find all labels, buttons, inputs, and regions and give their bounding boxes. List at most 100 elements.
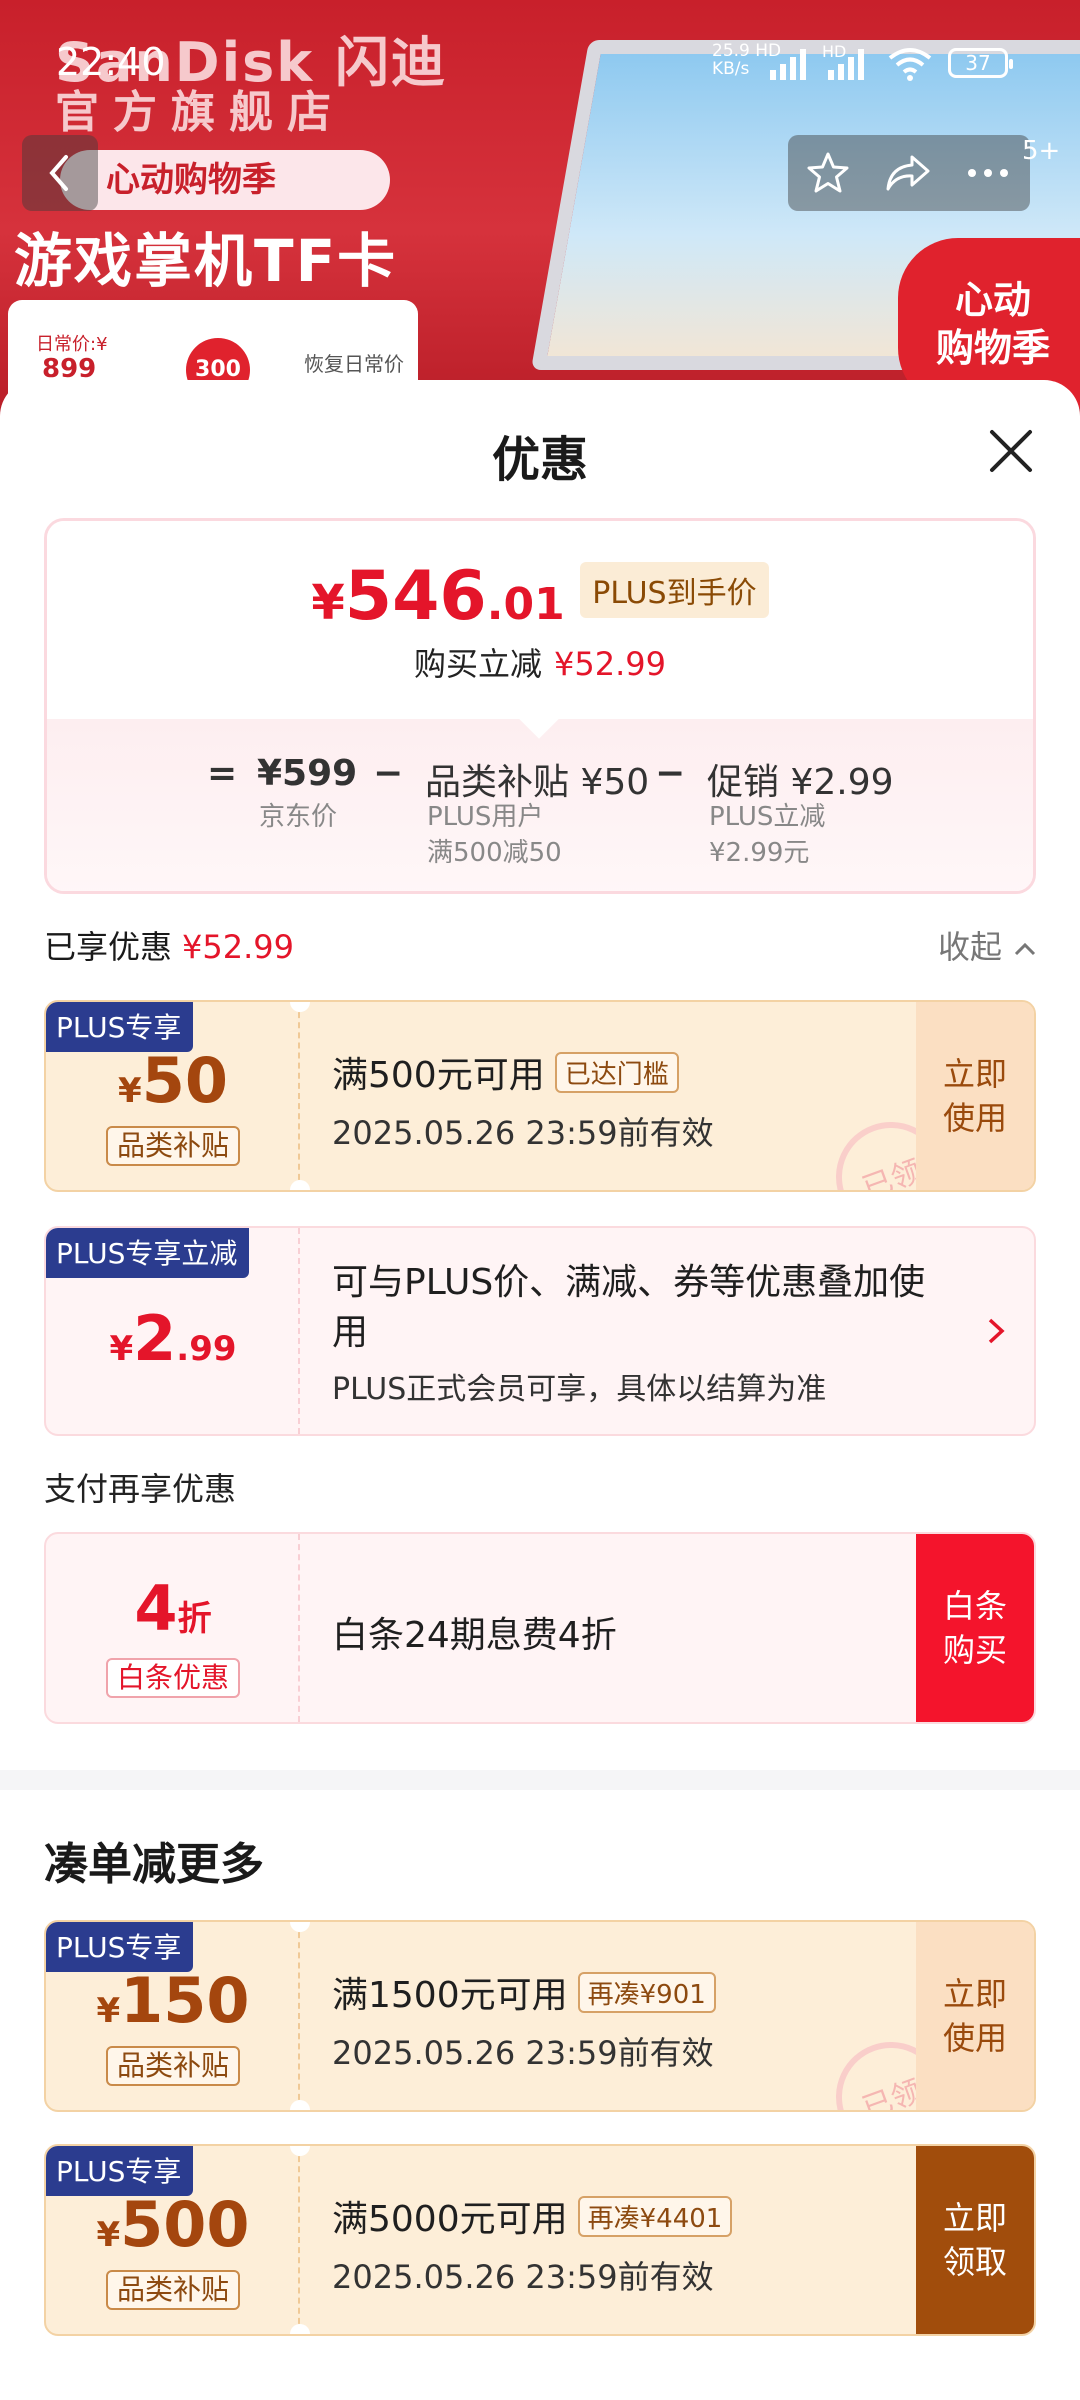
coupon-note: PLUS正式会员可享，具体以结算为准 [332,1372,827,1407]
signal-icon [770,49,806,80]
coupon-amount: 4折 [46,1572,300,1645]
subsidy-title: 品类补贴 ¥50 [425,762,650,803]
coupon-amount-value: 50 [141,1044,228,1117]
coupon-amount: ¥2.99 [46,1302,300,1375]
coupon-description: 白条24期息费4折 [332,1615,617,1656]
coupon-condition: 满5000元可用 再凑¥4401 [332,2190,733,2242]
use-now-button[interactable]: 立即 使用 [916,1002,1034,1190]
coupon-yen: ¥ [118,1071,142,1111]
baitiao-coupon-card: 4折 白条优惠 白条24期息费4折 白条购买 [44,1532,1036,1724]
reduce-label: 购买立减 [414,645,543,683]
favorite-button[interactable] [788,135,868,211]
message-count-badge: 5+ [1022,136,1061,166]
final-price: ¥546.01 PLUS到手价 [47,557,1033,636]
action-line1: 立即 [942,1975,1007,2013]
signal-icon-2 [828,49,864,80]
applied-amount: ¥52.99 [182,928,294,966]
jd-price: ¥599 [257,753,358,794]
coupon-yen: ¥ [96,2215,121,2255]
applied-discount: 已享优惠 ¥52.99 [44,922,294,968]
coupon-amount-decimal: .99 [176,1329,237,1369]
calc-minus-2: − [655,753,686,794]
chevron-left-icon [49,155,68,191]
subsidy-sub2: 满500减50 [427,838,562,868]
restore-price-label: 恢复日常价 [304,352,404,376]
collapse-button[interactable]: 收起 [938,922,1038,968]
banner-ribbon: 心动购物季 [60,150,390,210]
promo-sub1: PLUS立减 [709,802,826,832]
price-currency: ¥ [311,575,345,631]
promo-sub2: ¥2.99元 [709,838,810,868]
jd-price-label: 京东价 [259,802,338,832]
coupon-yen: ¥ [96,1991,121,2031]
more-button[interactable] [948,135,1028,211]
desc-line2: 用 [332,1312,369,1353]
price-integer: 546 [344,557,487,636]
coupon-amount-value: 500 [120,2188,250,2261]
chevron-up-icon [1015,942,1036,956]
wifi-icon [888,48,932,81]
coupon-kind: 白条优惠 [106,1658,240,1698]
chevron-right-icon [988,1318,1005,1344]
coupon-amount: ¥500 [46,2188,300,2261]
coupon-amount-value: 150 [120,1964,250,2037]
event-badge-line1: 心动 [954,278,1031,322]
back-button[interactable] [22,135,98,211]
action-line1: 立即 [942,1055,1007,1093]
coupon-notch-bottom [290,1180,310,1190]
coupon-kind: 品类补贴 [106,2270,240,2310]
claim-now-button[interactable]: 立即 领取 [916,2146,1034,2334]
action-line2: 使用 [942,2019,1007,2057]
coupon-amount-value: 2 [133,1302,177,1375]
subsidy-sub1: PLUS用户 [427,802,544,832]
coupon-card: PLUS专享 ¥150 品类补贴 满1500元可用 再凑¥901 2025.05.… [44,1920,1036,2112]
coupon-notch-bottom [290,2100,310,2110]
coupon-condition-text: 满1500元可用 [332,1975,568,2016]
coupon-validity: 2025.05.26 23:59前有效 [332,2258,714,2296]
coupon-description: 可与PLUS价、满减、券等优惠叠加使 用 [332,1258,932,1358]
action-line1: 立即 [942,2199,1007,2237]
threshold-chip: 已达门槛 [554,1052,679,1093]
section-divider [0,1770,1080,1790]
reduce-row: 购买立减 ¥52.99 [47,639,1033,685]
coupon-unit: 折 [177,1599,212,1639]
pay-section-title: 支付再享优惠 [44,1470,237,1508]
coupon-validity: 2025.05.26 23:59前有效 [332,2034,714,2072]
close-icon [990,430,1032,472]
coupon-card: PLUS专享 ¥50 品类补贴 满500元可用 已达门槛 2025.05.26 2… [44,1000,1036,1192]
top-actions [788,135,1030,211]
desc-line1: 可与PLUS价、满减、券等优惠叠加使 [332,1262,926,1303]
baitiao-buy-button[interactable]: 白条 购买 [916,1534,1034,1722]
promo-title: 促销 ¥2.99 [707,762,894,803]
daily-price-label: 日常价:¥ [36,334,108,355]
share-icon [886,155,930,191]
action-line2: 购买 [942,1631,1007,1669]
add-more-chip: 再凑¥901 [577,1972,716,2013]
action-line1: 白条 [942,1587,1007,1625]
coupon-condition: 满500元可用 已达门槛 [332,1046,679,1098]
coupon-condition-text: 满5000元可用 [332,2199,568,2240]
action-line2: 领取 [942,2243,1007,2281]
reduce-amount: ¥52.99 [554,645,666,683]
plus-instant-discount-card[interactable]: PLUS专享立减 ¥2.99 可与PLUS价、满减、券等优惠叠加使 用 PLUS… [44,1226,1036,1436]
coupon-card: PLUS专享 ¥500 品类补贴 满5000元可用 再凑¥4401 2025.05… [44,2144,1036,2336]
collapse-label: 收起 [938,928,1003,966]
coupon-condition: 满1500元可用 再凑¥901 [332,1966,716,2018]
applied-label: 已享优惠 [44,928,173,966]
plus-price-tag: PLUS到手价 [580,562,769,618]
use-now-button[interactable]: 立即 使用 [916,1922,1034,2110]
coupon-validity: 2025.05.26 23:59前有效 [332,1114,714,1152]
price-summary-card: ¥546.01 PLUS到手价 购买立减 ¥52.99 = ¥599 京东价 − … [44,518,1036,894]
coupon-kind: 品类补贴 [106,1126,240,1166]
coupon-yen: ¥ [109,1329,134,1369]
status-time: 22:40 [56,40,166,84]
share-button[interactable] [868,135,948,211]
plus-tag: PLUS专享立减 [46,1228,250,1278]
close-button[interactable] [980,420,1042,482]
event-badge-line2: 购物季 [935,326,1050,370]
net-speed-value: 25.9 [712,41,750,61]
banner-headline: 游戏掌机TF卡 [14,227,398,295]
coupon-amount-value: 4 [134,1572,178,1645]
coupon-kind: 品类补贴 [106,2046,240,2086]
coupon-amount: ¥150 [46,1964,300,2037]
